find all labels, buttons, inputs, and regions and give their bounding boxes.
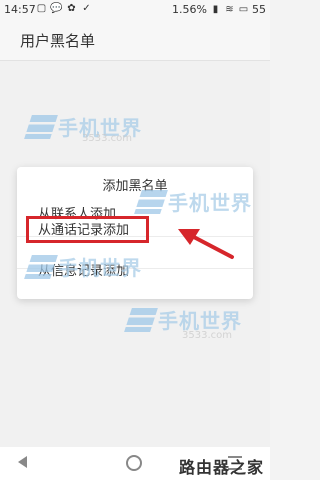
status-bar: 14:57 ▢ 💬 ✿ ✓ 1.56% ▮ ≋ ▭ 55 <box>0 0 270 20</box>
site-logo: 路由器之家 <box>178 458 264 477</box>
back-icon[interactable] <box>18 456 27 468</box>
signal-icon: ▮ <box>212 4 219 15</box>
navigation-bar: 路由器之家 <box>0 447 270 480</box>
battery-percent-text: 1.56% <box>172 3 207 16</box>
check-icon: ✓ <box>82 3 91 14</box>
watermark-small-text: 3533.com <box>182 330 232 341</box>
paw-icon: ✿ <box>67 3 76 14</box>
battery-icon: ▭ <box>238 4 249 15</box>
home-icon[interactable] <box>126 455 142 471</box>
watermark: 手机世界 <box>24 252 142 281</box>
app-bar: 用户黑名单 <box>0 20 270 61</box>
watermark-small-text: 3533.com <box>82 133 132 144</box>
wifi-icon: ≋ <box>225 4 234 15</box>
watermark-logo-icon <box>124 307 158 332</box>
watermark-text: 手机世界 <box>168 191 252 215</box>
sim-icon: ▢ <box>36 3 47 14</box>
watermark-small: 3533.com <box>58 133 132 144</box>
watermark-logo-icon <box>134 189 168 214</box>
battery-level-text: 55 <box>252 3 266 16</box>
watermark: 手机世界 <box>134 187 252 216</box>
page-title: 用户黑名单 <box>20 32 96 50</box>
status-time: 14:57 <box>4 3 36 16</box>
watermark-logo-icon <box>24 254 58 279</box>
watermark-text: 手机世界 <box>58 256 142 280</box>
watermark-small: 3533.com <box>158 330 232 341</box>
arrow-icon <box>178 229 234 259</box>
watermark-logo-icon <box>24 114 58 139</box>
highlight-box <box>26 216 149 243</box>
chat-icon: 💬 <box>50 3 63 14</box>
